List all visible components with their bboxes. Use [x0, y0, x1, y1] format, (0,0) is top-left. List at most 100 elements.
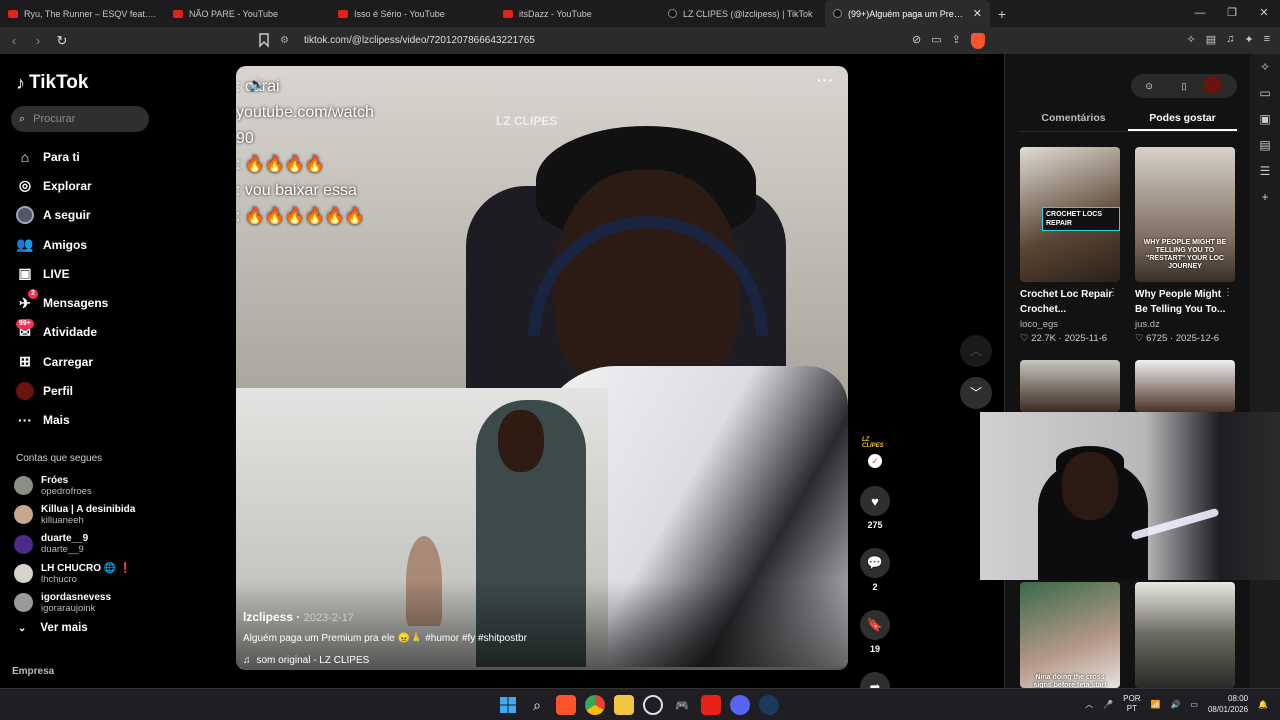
file-explorer-icon[interactable] [614, 695, 634, 715]
account-name: Fróes [41, 474, 69, 486]
bookmark-icon[interactable] [258, 32, 270, 48]
sidebar-item-atividade[interactable]: ✉ Atividade 99+ [16, 318, 108, 347]
bookmarks-panel-icon[interactable]: ▤ [1259, 138, 1270, 152]
leo-icon[interactable]: ✧ [1260, 60, 1270, 74]
user-avatar[interactable] [1201, 74, 1223, 96]
autoscroll-icon[interactable]: ⊙ [1145, 81, 1153, 92]
next-video-button[interactable]: ﹀ [960, 377, 992, 409]
search-taskbar-icon[interactable]: ⌕ [527, 695, 547, 715]
recommended-card[interactable] [1135, 582, 1235, 688]
leo-ai-icon[interactable]: ✦ [1244, 33, 1253, 46]
sidebar-item-mais[interactable]: ··· Mais [16, 406, 108, 435]
start-icon[interactable] [498, 695, 518, 715]
more-options-icon[interactable]: ··· [817, 72, 834, 88]
browser-tab[interactable]: Isso é Sério - YouTube [330, 0, 495, 27]
language-indicator[interactable]: POR PT [1123, 694, 1140, 714]
add-panel-icon[interactable]: + [1261, 190, 1268, 204]
youtube-taskbar-icon[interactable] [701, 695, 721, 715]
tab-comments[interactable]: Comentários [1019, 110, 1128, 131]
steam-taskbar-icon[interactable] [759, 695, 779, 715]
wifi-icon[interactable]: 📶 [1150, 700, 1160, 709]
following-account[interactable]: duarte__9 duarte__9 [14, 530, 135, 559]
previous-video-button[interactable]: ︿ [960, 335, 992, 367]
card-more-icon[interactable]: ⋮ [1108, 287, 1118, 298]
card-more-icon[interactable]: ⋮ [1223, 287, 1233, 298]
tab-you-may-like[interactable]: Podes gostar [1128, 110, 1237, 131]
logo-text: TikTok [29, 72, 89, 93]
browser-tab[interactable]: Ryu, The Runner – ESQV feat. Emitê I [0, 0, 165, 27]
chevron-up-tray-icon[interactable]: ︿ [1085, 699, 1093, 710]
like-button[interactable]: ♥ [860, 486, 890, 516]
brave-shields-icon[interactable] [970, 33, 985, 49]
volume-icon[interactable]: 🔊 [248, 76, 265, 93]
video-author[interactable]: lzclipess · 2023-2-17 [243, 610, 354, 624]
brave-taskbar-icon[interactable] [556, 695, 576, 715]
video-player[interactable]: : carai youtube.com/watch 90: 🔥🔥🔥🔥: vou ba… [236, 66, 848, 670]
following-account[interactable]: igordasnevess igoraraujoink [14, 588, 135, 617]
company-link[interactable]: Empresa [12, 666, 54, 677]
share-icon[interactable]: ⇪ [952, 33, 961, 49]
browser-tab[interactable]: NÃO PARE - YouTube [165, 0, 330, 27]
sidebar-item-explorar[interactable]: ◎ Explorar [16, 171, 108, 200]
sidebar-item-amigos[interactable]: 👥 Amigos [16, 230, 108, 259]
close-window-icon[interactable]: ✕ [1248, 0, 1280, 27]
browser-tab[interactable]: itsDazz - YouTube [495, 0, 660, 27]
device-icon[interactable]: ▯ [1182, 81, 1187, 92]
follow-check-icon[interactable]: ✓ [868, 454, 882, 468]
cast-icon[interactable]: ▭ [931, 33, 941, 49]
notifications-icon[interactable]: 🔔 [1258, 700, 1268, 709]
wallet-icon[interactable]: ▣ [1259, 112, 1270, 126]
close-tab-icon[interactable]: ✕ [967, 7, 982, 20]
reading-list-icon[interactable]: ▭ [1259, 86, 1270, 100]
sidebar-item-live[interactable]: ▣ LIVE [16, 259, 108, 288]
recommended-card[interactable] [1020, 360, 1120, 412]
minimize-icon[interactable]: — [1184, 0, 1216, 27]
discord-taskbar-icon[interactable] [730, 695, 750, 715]
no-translate-icon[interactable]: ⊘ [912, 33, 921, 49]
clock[interactable]: 08:00 08/01/2026 [1208, 693, 1248, 715]
history-icon[interactable]: ☰ [1260, 164, 1271, 178]
video-progress-bar[interactable] [236, 667, 848, 670]
recommended-card[interactable]: CROCHET LOCS REPAIR Crochet Loc Repair C… [1020, 147, 1120, 344]
following-account[interactable]: Fróes opedrofroes [14, 471, 135, 500]
maximize-icon[interactable]: ❐ [1216, 0, 1248, 27]
video-sound[interactable]: ♫ som original - LZ CLIPES [243, 655, 369, 666]
picture-in-picture-window[interactable] [980, 412, 1280, 580]
see-more-button[interactable]: ⌄ Ver mais [18, 622, 88, 634]
menu-icon[interactable]: ≡ [1264, 33, 1270, 46]
extensions-icon[interactable]: ✧ [1186, 33, 1195, 46]
sidebar-item-carregar[interactable]: ⊞ Carregar [16, 347, 108, 376]
browser-tab[interactable]: LZ CLIPES (@lzclipess) | TikTok [660, 0, 825, 27]
new-tab-icon[interactable]: + [990, 6, 1014, 22]
recommended-card[interactable] [1135, 360, 1235, 412]
browser-tab-active[interactable]: (99+)Alguém paga um Premium ✕ [825, 0, 990, 27]
account-handle: lhchucro [41, 573, 77, 585]
recommended-card[interactable]: WHY PEOPLE MIGHT BE TELLING YOU TO "REST… [1135, 147, 1235, 344]
battery-icon[interactable]: ▭ [1190, 700, 1198, 709]
sidebar-item-a-seguir[interactable]: A seguir [16, 201, 108, 230]
site-settings-icon[interactable]: ⚙ [280, 35, 292, 46]
app-taskbar-icon[interactable] [643, 695, 663, 715]
creator-avatar[interactable]: LZ CLIPES [862, 430, 888, 456]
recommended-card[interactable]: Nina doing the cross signs before teta s… [1020, 582, 1120, 688]
game-controller-icon[interactable]: 🎮 [672, 695, 692, 715]
sidebar-icon[interactable]: ▤ [1206, 33, 1216, 46]
sidebar-item-mensagens[interactable]: ✈ Mensagens 2 [16, 288, 108, 317]
media-icon[interactable]: ♫ [1226, 33, 1234, 46]
address-bar[interactable]: ⚙ tiktok.com/@lzclipess/video/7201207866… [280, 31, 1000, 50]
following-account[interactable]: Killua | A desinibida killuaneeh [14, 500, 135, 529]
back-icon[interactable]: ‹ [4, 33, 24, 48]
sidebar-item-para-ti[interactable]: ⌂ Para ti [16, 142, 108, 171]
tiktok-logo[interactable]: ♪ TikTok [16, 72, 88, 94]
microphone-icon[interactable]: 🎤 [1103, 700, 1113, 709]
comment-button[interactable]: 💬 [860, 548, 890, 578]
following-account[interactable]: LH CHUCRO 🌐 ❗ lhchucro [14, 559, 135, 588]
forward-icon[interactable]: › [28, 33, 48, 48]
sidebar-item-perfil[interactable]: Perfil [16, 376, 108, 405]
volume-tray-icon[interactable]: 🔊 [1170, 700, 1180, 709]
home-icon: ⌂ [20, 148, 30, 165]
reload-icon[interactable]: ↻ [52, 33, 72, 49]
chrome-taskbar-icon[interactable] [585, 695, 605, 715]
save-button[interactable]: 🔖 [860, 610, 890, 640]
search-input[interactable]: ⌕ Procurar [11, 106, 149, 132]
